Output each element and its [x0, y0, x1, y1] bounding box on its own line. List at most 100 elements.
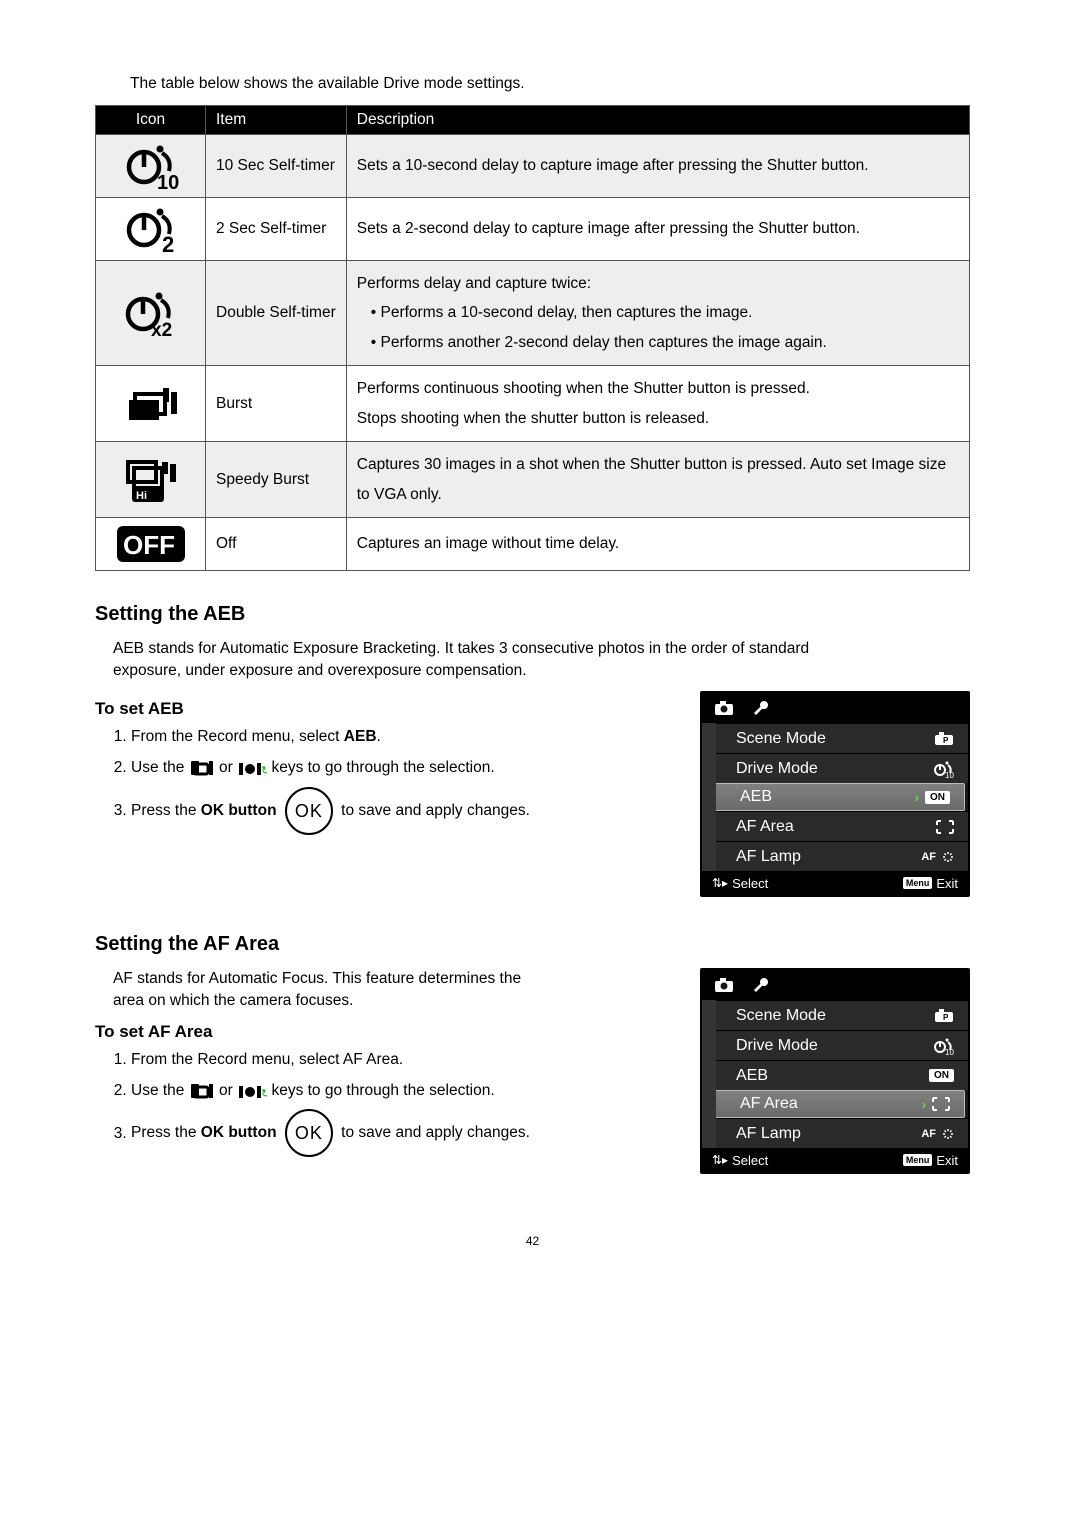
menu-val-aeb: ON — [929, 1069, 954, 1082]
item-speedy: Speedy Burst — [206, 442, 347, 518]
display-key-icon — [189, 759, 215, 777]
flash-key-icon: ↻ — [237, 1082, 267, 1100]
desc-double-lead: Performs delay and capture twice: — [357, 269, 959, 298]
scroll-strip — [702, 723, 716, 871]
step-text: or — [219, 759, 237, 776]
camera-menu-aeb: Scene Mode P Drive Mode 10 AEB › ON — [700, 691, 970, 897]
af-heading: Setting the AF Area — [95, 933, 970, 956]
table-row: OFF Off Captures an image without time d… — [96, 518, 970, 571]
table-row: 2 2 Sec Self-timer Sets a 2-second delay… — [96, 198, 970, 261]
wrench-tab-icon — [752, 976, 770, 994]
item-burst: Burst — [206, 366, 347, 442]
step-text: to save and apply changes. — [341, 802, 530, 819]
menu-row-aflamp: AF Lamp AF — [702, 841, 968, 871]
step-text: . — [377, 728, 381, 745]
updown-icon: ⇅▸ — [712, 876, 728, 890]
svg-text:↻: ↻ — [261, 1088, 267, 1100]
item-2s: 2 Sec Self-timer — [206, 198, 347, 261]
menu-topbar — [702, 970, 968, 1000]
menu-label: AF Lamp — [736, 848, 801, 866]
step-bold: OK button — [201, 1125, 277, 1142]
ok-button-icon: OK — [285, 1109, 333, 1157]
menu-val-aflamp: AF — [921, 851, 954, 863]
aeb-step-1: From the Record menu, select AEB. — [131, 725, 672, 750]
menu-label: AF Area — [740, 1095, 798, 1113]
foot-select: ⇅▸ Select — [712, 876, 768, 891]
table-row: Hi Speedy Burst Captures 30 images in a … — [96, 442, 970, 518]
svg-text:P: P — [943, 1013, 949, 1022]
af-step-2: Use the or ↻ keys to go through the sele… — [131, 1079, 672, 1104]
ok-button-icon: OK — [285, 787, 333, 835]
af-steps: From the Record menu, select AF Area. Us… — [131, 1048, 672, 1158]
aeb-step-2: Use the or ↻ keys to go through the sele… — [131, 756, 672, 781]
aeb-step-3: Press the OK button OK to save and apply… — [131, 787, 672, 835]
menu-val-afarea — [936, 820, 954, 834]
aeb-steps: From the Record menu, select AEB. Use th… — [131, 725, 672, 835]
menu-row-aflamp: AF Lamp AF — [702, 1118, 968, 1148]
step-bold: AEB — [344, 728, 377, 745]
menu-label: Scene Mode — [736, 1007, 826, 1025]
desc-burst-l1: Performs continuous shooting when the Sh… — [357, 374, 959, 403]
aeb-heading: Setting the AEB — [95, 603, 970, 626]
svg-text:OFF: OFF — [123, 530, 175, 560]
menu-label: AF Lamp — [736, 1125, 801, 1143]
th-icon: Icon — [96, 106, 206, 135]
menu-row-afarea: AF Area — [702, 811, 968, 841]
step-text: or — [219, 1082, 237, 1099]
right-arrow-icon: › — [915, 790, 919, 805]
svg-text:2: 2 — [162, 232, 174, 254]
display-key-icon — [189, 1082, 215, 1100]
burst-icon — [96, 366, 206, 442]
svg-text:10: 10 — [157, 172, 179, 191]
menu-label: AEB — [740, 788, 772, 806]
on-badge: ON — [929, 1069, 954, 1082]
foot-exit: Menu Exit — [903, 876, 958, 891]
svg-text:Hi: Hi — [136, 490, 147, 502]
updown-icon: ⇅▸ — [712, 1153, 728, 1167]
menu-row-aeb-sel: AEB › ON — [705, 783, 965, 811]
step-text: Use the — [131, 1082, 189, 1099]
menu-row-afarea-sel: AF Area › — [705, 1090, 965, 1118]
table-row: 10 10 Sec Self-timer Sets a 10-second de… — [96, 135, 970, 198]
step-text: to save and apply changes. — [341, 1125, 530, 1142]
item-10s: 10 Sec Self-timer — [206, 135, 347, 198]
drive-mode-table: Icon Item Description 10 10 Sec Self-tim… — [95, 105, 970, 571]
svg-text:P: P — [943, 736, 949, 745]
menu-val-scene: P — [934, 1009, 954, 1023]
foot-text: Select — [732, 876, 768, 891]
desc-burst-l2: Stops shooting when the shutter button i… — [357, 404, 959, 433]
aeb-para: AEB stands for Automatic Exposure Bracke… — [113, 638, 833, 681]
desc-off: Captures an image without time delay. — [346, 518, 969, 571]
scroll-strip — [702, 1000, 716, 1148]
intro-text: The table below shows the available Driv… — [130, 75, 970, 93]
item-double: Double Self-timer — [206, 261, 347, 366]
menu-row-drive: Drive Mode 10 — [702, 1030, 968, 1060]
foot-text: Exit — [936, 876, 958, 891]
svg-text:10: 10 — [945, 771, 954, 778]
menu-val-drive: 10 — [932, 1037, 954, 1055]
af-para: AF stands for Automatic Focus. This feat… — [113, 968, 533, 1011]
af-text: AF — [921, 1128, 936, 1140]
menu-row-scene: Scene Mode P — [702, 723, 968, 753]
desc-burst: Performs continuous shooting when the Sh… — [346, 366, 969, 442]
table-row: Burst Performs continuous shooting when … — [96, 366, 970, 442]
step-text: Press the — [131, 802, 201, 819]
menu-val-aeb: › ON — [915, 790, 950, 805]
aeb-sub: To set AEB — [95, 699, 672, 719]
on-badge: ON — [925, 791, 950, 804]
timer-10-icon: 10 — [96, 135, 206, 198]
camera-tab-icon — [714, 977, 734, 993]
right-arrow-icon: › — [922, 1097, 926, 1112]
foot-text: Select — [732, 1153, 768, 1168]
desc-double: Performs delay and capture twice: Perfor… — [346, 261, 969, 366]
off-icon: OFF — [96, 518, 206, 571]
item-off: Off — [206, 518, 347, 571]
af-text: AF — [921, 851, 936, 863]
menu-val-afarea: › — [922, 1097, 950, 1112]
menu-footer: ⇅▸ Select Menu Exit — [702, 871, 968, 895]
flash-key-icon: ↻ — [237, 759, 267, 777]
menu-row-drive: Drive Mode 10 — [702, 753, 968, 783]
step-text: keys to go through the selection. — [271, 1082, 494, 1099]
speedy-burst-icon: Hi — [96, 442, 206, 518]
foot-exit: Menu Exit — [903, 1153, 958, 1168]
